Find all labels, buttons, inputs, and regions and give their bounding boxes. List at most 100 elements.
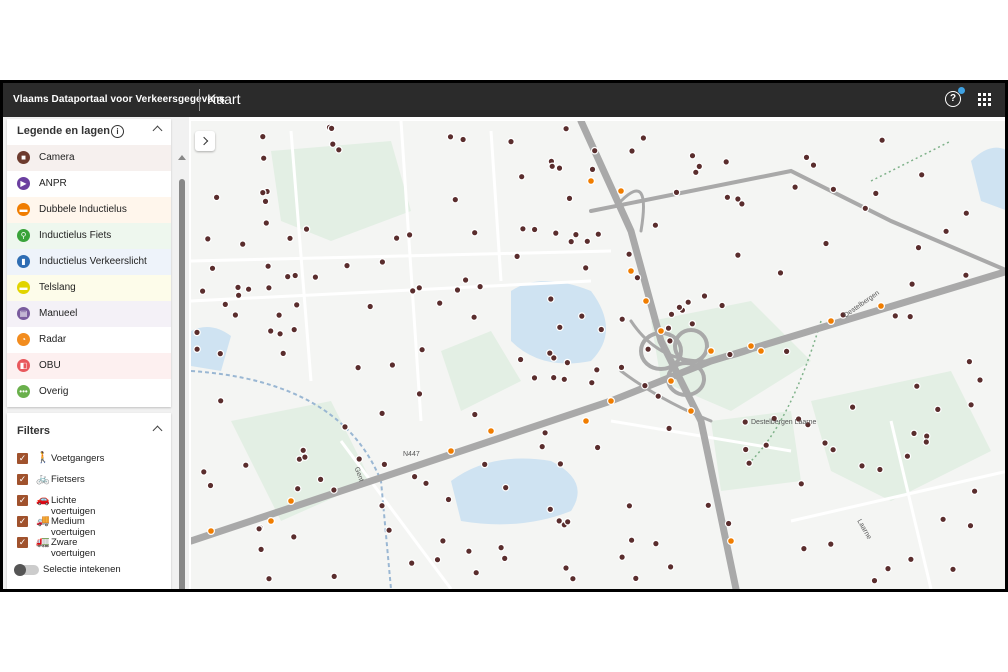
camera-marker[interactable] xyxy=(301,453,309,461)
camera-marker[interactable] xyxy=(588,165,597,174)
camera-marker[interactable] xyxy=(259,154,268,163)
camera-marker[interactable] xyxy=(433,555,442,564)
camera-marker[interactable] xyxy=(848,403,857,411)
camera-marker[interactable] xyxy=(461,276,470,284)
brand-title[interactable]: Vlaams Dataportaal voor Verkeersgegevens xyxy=(13,94,225,105)
camera-marker[interactable] xyxy=(311,273,320,281)
loop-marker[interactable] xyxy=(487,427,496,436)
camera-marker[interactable] xyxy=(907,555,915,564)
camera-marker[interactable] xyxy=(666,337,674,345)
camera-marker[interactable] xyxy=(617,363,626,372)
camera-marker[interactable] xyxy=(546,505,555,514)
camera-marker[interactable] xyxy=(292,301,301,309)
loop-marker[interactable] xyxy=(617,186,626,195)
legend-item[interactable]: ▤ Manueel xyxy=(7,301,171,327)
camera-marker[interactable] xyxy=(418,345,426,354)
camera-marker[interactable] xyxy=(354,363,362,372)
camera-marker[interactable] xyxy=(876,465,884,474)
camera-marker[interactable] xyxy=(884,564,892,573)
camera-marker[interactable] xyxy=(665,424,673,433)
camera-marker[interactable] xyxy=(234,283,242,292)
camera-marker[interactable] xyxy=(933,405,942,414)
camera-marker[interactable] xyxy=(203,235,212,243)
camera-marker[interactable] xyxy=(967,400,975,409)
camera-marker[interactable] xyxy=(562,564,570,572)
camera-marker[interactable] xyxy=(422,479,430,488)
camera-marker[interactable] xyxy=(565,194,574,203)
loop-marker[interactable] xyxy=(627,267,636,276)
apps-grid-icon[interactable] xyxy=(978,93,991,106)
camera-marker[interactable] xyxy=(330,572,339,581)
camera-marker[interactable] xyxy=(809,161,818,169)
camera-marker[interactable] xyxy=(299,446,308,455)
camera-marker[interactable] xyxy=(718,301,726,310)
camera-marker[interactable] xyxy=(914,243,923,252)
camera-marker[interactable] xyxy=(800,544,808,553)
camera-marker[interactable] xyxy=(538,442,547,451)
camera-marker[interactable] xyxy=(530,225,539,234)
camera-marker[interactable] xyxy=(355,455,364,463)
filter-checkbox[interactable]: ✓ xyxy=(17,537,28,548)
camera-marker[interactable] xyxy=(435,299,444,307)
camera-marker[interactable] xyxy=(891,312,900,320)
camera-marker[interactable] xyxy=(966,521,975,530)
camera-marker[interactable] xyxy=(551,229,560,237)
loop-marker[interactable] xyxy=(726,537,735,546)
camera-marker[interactable] xyxy=(556,460,565,468)
camera-marker[interactable] xyxy=(644,345,652,354)
camera-marker[interactable] xyxy=(822,239,830,248)
camera-marker[interactable] xyxy=(871,189,880,198)
camera-marker[interactable] xyxy=(734,251,742,259)
camera-marker[interactable] xyxy=(266,327,275,335)
camera-marker[interactable] xyxy=(193,345,201,354)
loop-marker[interactable] xyxy=(706,347,715,356)
camera-marker[interactable] xyxy=(283,272,292,281)
loop-marker[interactable] xyxy=(587,176,596,185)
camera-marker[interactable] xyxy=(726,350,734,359)
camera-marker[interactable] xyxy=(392,234,401,242)
camera-marker[interactable] xyxy=(555,323,564,332)
chevron-up-icon[interactable] xyxy=(152,125,163,136)
camera-marker[interactable] xyxy=(776,269,785,277)
camera-marker[interactable] xyxy=(286,234,294,243)
camera-marker[interactable] xyxy=(341,423,349,431)
chevron-up-icon[interactable] xyxy=(152,425,163,436)
camera-marker[interactable] xyxy=(962,271,970,280)
camera-marker[interactable] xyxy=(949,565,957,574)
camera-marker[interactable] xyxy=(826,540,835,548)
camera-marker[interactable] xyxy=(910,429,918,438)
camera-marker[interactable] xyxy=(388,361,397,369)
camera-marker[interactable] xyxy=(549,373,558,382)
camera-marker[interactable] xyxy=(572,230,580,239)
camera-marker[interactable] xyxy=(545,349,554,357)
camera-marker[interactable] xyxy=(829,445,837,454)
camera-marker[interactable] xyxy=(724,519,733,528)
camera-marker[interactable] xyxy=(480,460,489,469)
camera-marker[interactable] xyxy=(723,193,732,202)
camera-marker[interactable] xyxy=(782,347,791,356)
camera-marker[interactable] xyxy=(593,443,602,452)
camera-marker[interactable] xyxy=(472,568,481,577)
camera-marker[interactable] xyxy=(276,330,284,338)
camera-marker[interactable] xyxy=(408,287,417,295)
camera-marker[interactable] xyxy=(453,286,462,294)
camera-marker[interactable] xyxy=(410,472,419,481)
camera-marker[interactable] xyxy=(762,441,771,450)
camera-marker[interactable] xyxy=(262,219,271,227)
camera-marker[interactable] xyxy=(861,204,870,213)
camera-marker[interactable] xyxy=(264,262,272,271)
camera-marker[interactable] xyxy=(519,225,527,233)
camera-marker[interactable] xyxy=(791,183,799,191)
camera-marker[interactable] xyxy=(695,162,704,171)
camera-marker[interactable] xyxy=(206,481,215,490)
camera-marker[interactable] xyxy=(548,162,557,171)
loop-marker[interactable] xyxy=(756,347,765,356)
camera-marker[interactable] xyxy=(291,271,300,280)
camera-marker[interactable] xyxy=(327,124,336,133)
camera-marker[interactable] xyxy=(380,460,389,469)
map-canvas[interactable]: N447 Destelbergen Destelbergen Laarne La… xyxy=(191,121,1005,589)
camera-marker[interactable] xyxy=(500,554,509,563)
camera-marker[interactable] xyxy=(200,468,208,476)
camera-marker[interactable] xyxy=(212,193,221,202)
camera-marker[interactable] xyxy=(590,146,599,155)
